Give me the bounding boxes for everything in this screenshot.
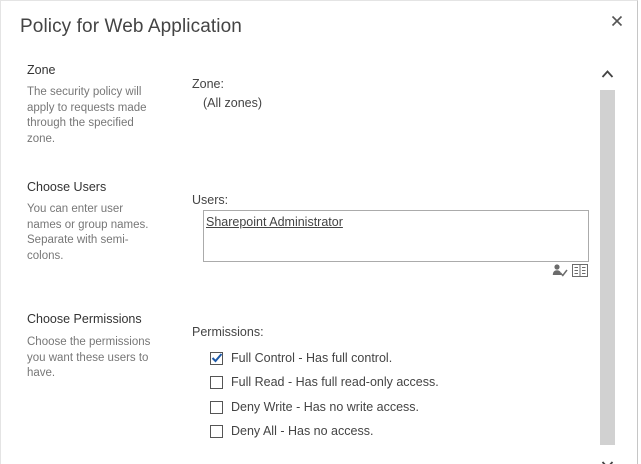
full-read-checkbox[interactable] [210,375,223,389]
policy-dialog: Policy for Web Application Zone The secu… [0,0,638,464]
full-control-checkbox[interactable] [210,351,223,365]
zone-section-title: Zone [27,63,56,77]
permissions-section-description: Choose the permissions you want these us… [27,336,151,379]
full-control-label: Full Control - Has full control. [231,351,393,365]
permission-deny-all[interactable]: Deny All - Has no access. [210,423,373,439]
browse-button[interactable] [572,263,589,278]
deny-write-label: Deny Write - Has no write access. [231,400,420,414]
permission-full-read[interactable]: Full Read - Has full read-only access. [210,374,439,390]
zone-section-description: The security policy will apply to reques… [27,86,147,145]
permission-deny-write[interactable]: Deny Write - Has no write access. [210,399,419,415]
chevron-up-icon [599,67,616,86]
chevron-down-icon [599,454,616,464]
scroll-down-button[interactable] [599,454,616,464]
close-icon [607,11,627,31]
full-read-label: Full Read - Has full read-only access. [231,375,439,389]
zone-field-label: Zone: [192,77,224,91]
permissions-field-label: Permissions: [192,325,264,339]
vertical-scrollbar[interactable] [599,56,616,464]
users-input[interactable]: Sharepoint Administrator [203,210,589,262]
address-book-icon [572,263,589,282]
close-button[interactable] [607,11,627,31]
permissions-section-title: Choose Permissions [27,312,142,326]
permission-full-control[interactable]: Full Control - Has full control. [210,350,392,366]
zone-value: (All zones) [203,96,263,110]
deny-all-label: Deny All - Has no access. [231,424,374,438]
check-names-icon [552,263,568,282]
dialog-title: Policy for Web Application [20,16,242,37]
dialog-body: Zone The security policy will apply to r… [1,56,637,464]
user-entry[interactable]: Sharepoint Administrator [206,215,343,229]
scroll-thumb[interactable] [600,90,615,445]
deny-write-checkbox[interactable] [210,400,223,414]
users-section-description: You can enter user names or group names.… [27,203,149,262]
check-names-button[interactable] [552,263,568,278]
users-section-title: Choose Users [27,180,107,194]
users-field-label: Users: [192,193,229,207]
deny-all-checkbox[interactable] [210,424,223,438]
scroll-up-button[interactable] [599,66,616,82]
